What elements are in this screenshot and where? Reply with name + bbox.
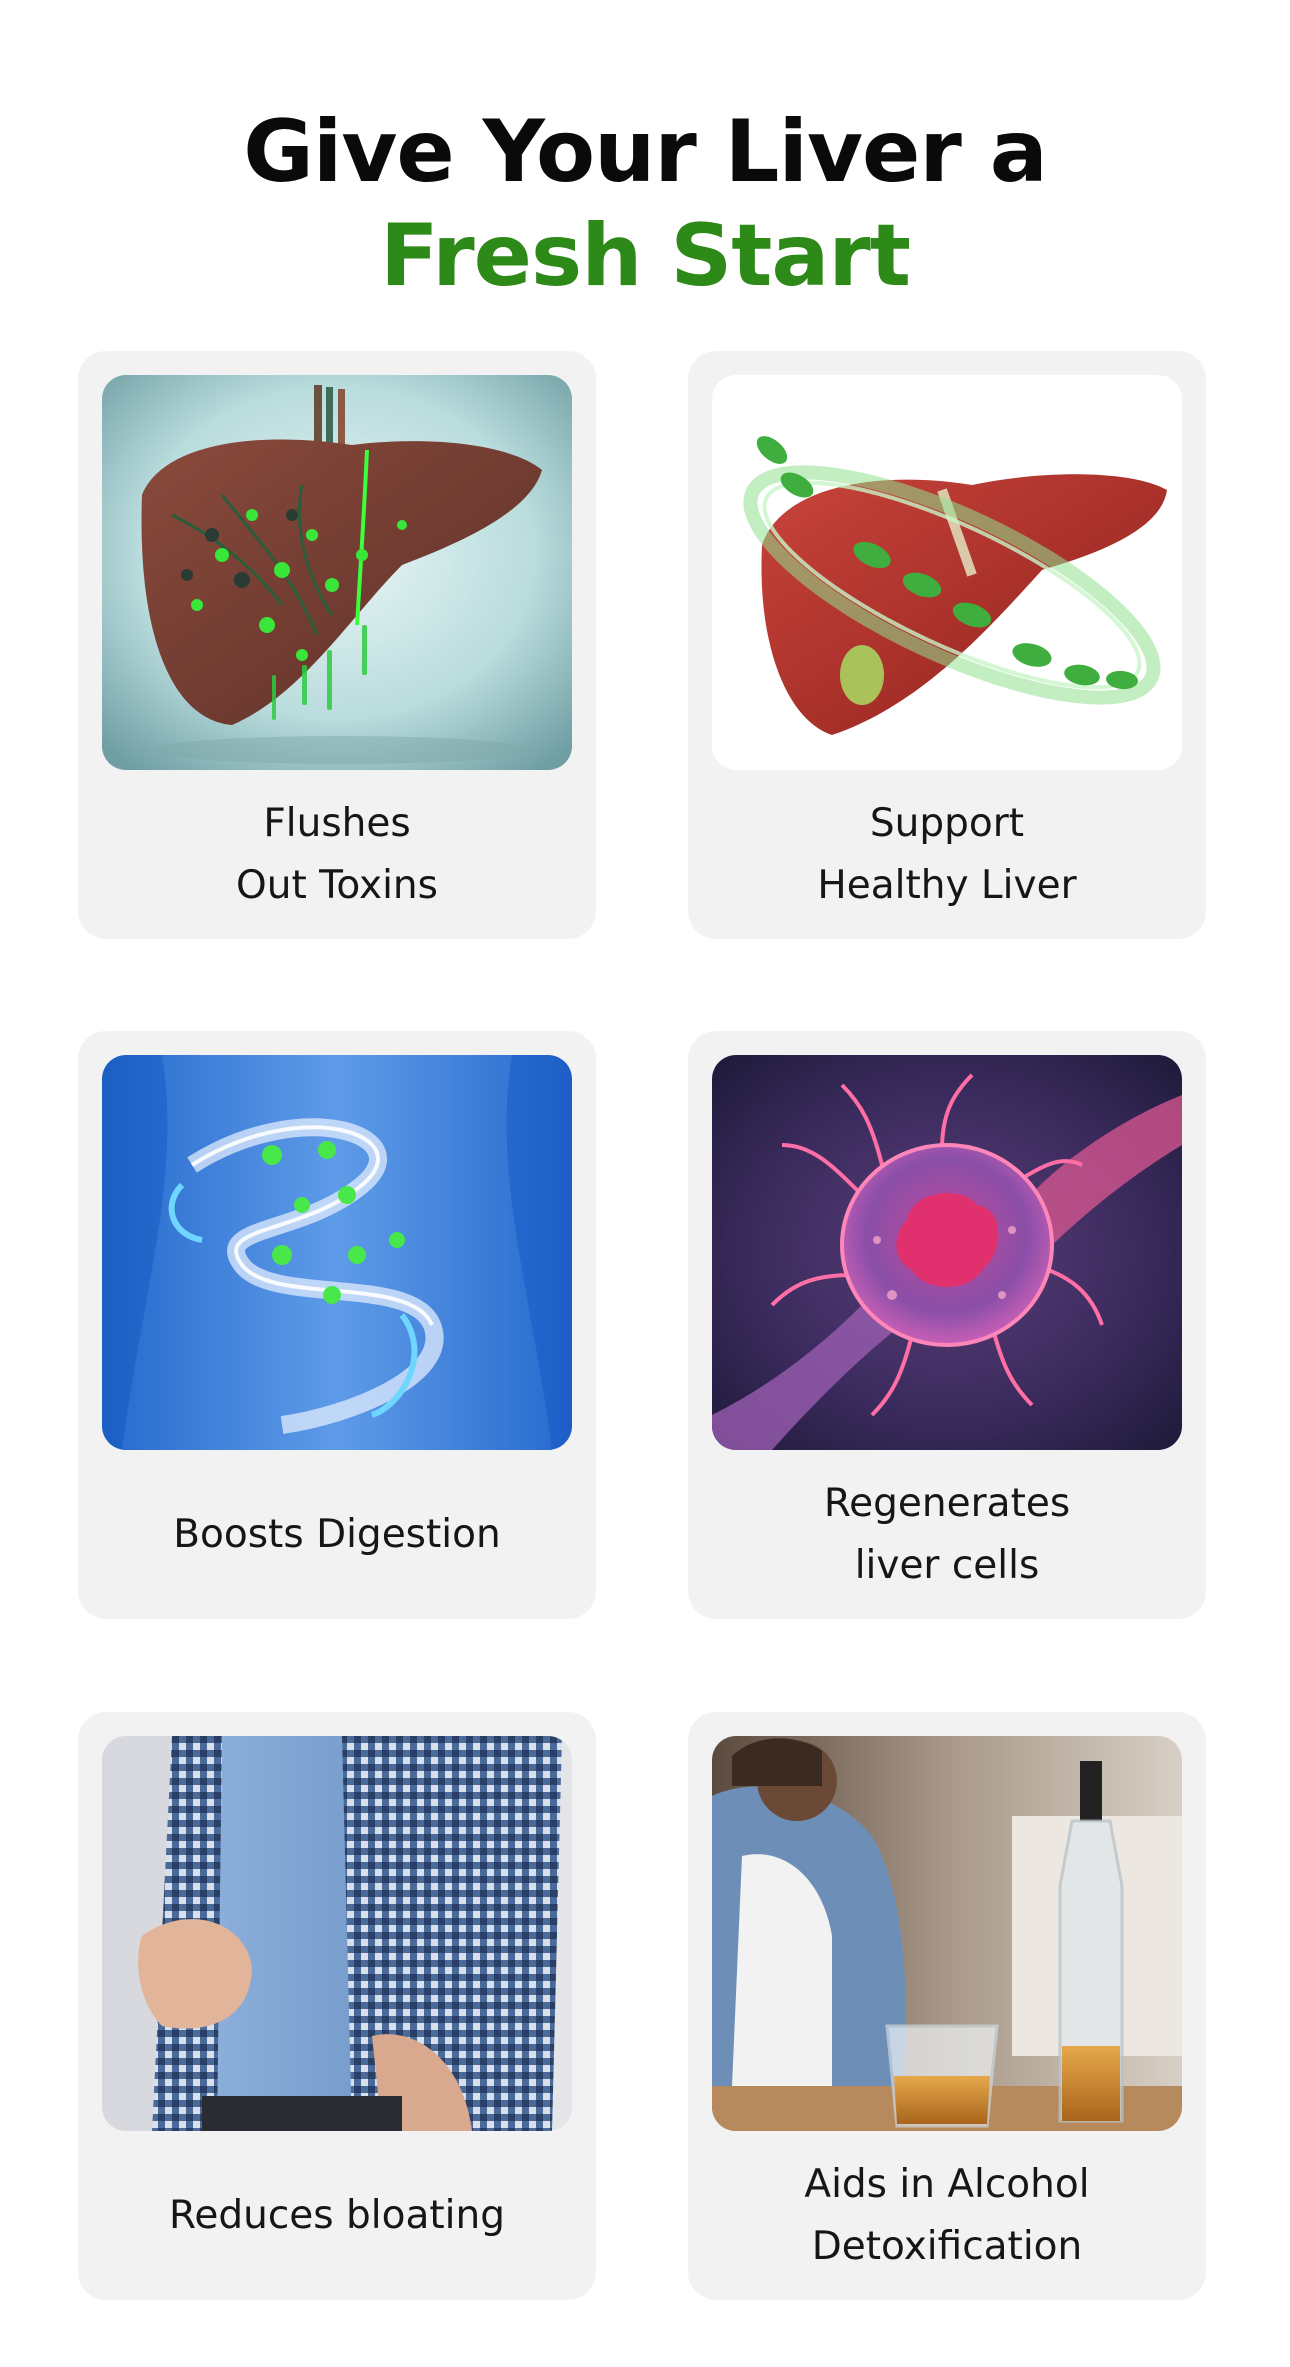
- liver-cell-image: [712, 1055, 1182, 1450]
- benefit-label: Support Healthy Liver: [688, 770, 1206, 939]
- alcohol-image: [712, 1736, 1182, 2131]
- benefit-card-regenerates-cells: Regenerates liver cells: [688, 1031, 1206, 1619]
- benefit-label-line-1: Support: [869, 800, 1025, 846]
- title-line-1: Give Your Liver a: [243, 101, 1048, 202]
- benefit-card-reduces-bloating: Reduces bloating: [78, 1712, 596, 2300]
- benefit-label-line-1: Aids in Alcohol: [804, 2161, 1090, 2207]
- benefit-label-line-1: Boosts Digestion: [173, 1511, 501, 1557]
- toxic-liver-image: [102, 375, 572, 770]
- benefit-label-line-1: Reduces bloating: [169, 2192, 505, 2238]
- benefit-label: Reduces bloating: [78, 2131, 596, 2300]
- benefit-label-line-2: Healthy Liver: [817, 862, 1077, 908]
- bloating-image: [102, 1736, 572, 2131]
- benefit-card-alcohol-detox: Aids in Alcohol Detoxification: [688, 1712, 1206, 2300]
- benefit-label: Boosts Digestion: [78, 1450, 596, 1619]
- benefit-card-healthy-liver: Support Healthy Liver: [688, 351, 1206, 939]
- benefit-label-line-2: Detoxification: [811, 2223, 1083, 2269]
- benefit-label: Aids in Alcohol Detoxification: [688, 2131, 1206, 2300]
- title-line-2: Fresh Start: [380, 205, 911, 306]
- benefit-label: Regenerates liver cells: [688, 1450, 1206, 1619]
- benefit-label-line-1: Flushes: [263, 800, 411, 846]
- benefit-label-line-1: Regenerates: [823, 1480, 1071, 1526]
- healthy-liver-image: [712, 375, 1182, 770]
- benefit-card-digestion: Boosts Digestion: [78, 1031, 596, 1619]
- benefit-card-flushes-toxins: Flushes Out Toxins: [78, 351, 596, 939]
- benefit-label-line-2: liver cells: [854, 1542, 1040, 1588]
- digestion-image: [102, 1055, 572, 1450]
- benefit-label-line-2: Out Toxins: [236, 862, 438, 908]
- page-title: Give Your Liver a Fresh Start: [0, 100, 1290, 308]
- benefit-label: Flushes Out Toxins: [78, 770, 596, 939]
